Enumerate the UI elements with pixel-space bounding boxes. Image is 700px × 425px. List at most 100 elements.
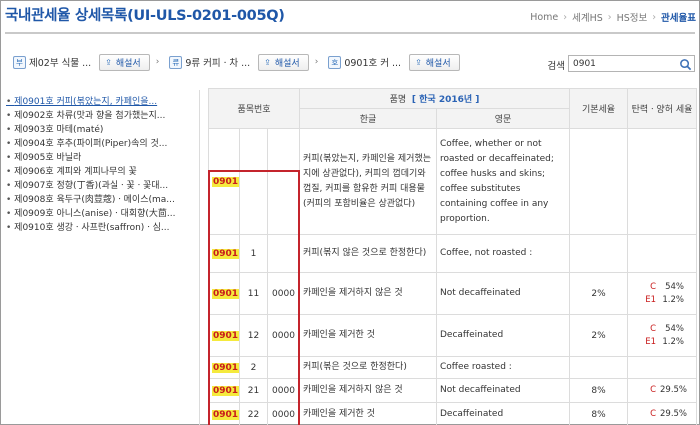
english-name-cell: Not decaffeinated [436, 272, 570, 315]
korean-name-cell: 커피(볶은 것으로 한정한다) [299, 356, 437, 379]
elastic-rates: C 54% E1 1.2% [631, 281, 693, 307]
col-item-number: 품목번호 [208, 88, 300, 129]
hs-code-cell: 0901 [208, 234, 240, 273]
search-box [568, 55, 695, 72]
table-row[interactable]: 0901 12 0000 카페인을 제거한 것 Decaffeinated 2% C 54% E… [208, 314, 697, 357]
korean-name-cell: 카페인을 제거한 것 [299, 402, 437, 425]
hs-code: 0901 [212, 385, 240, 396]
chapter-select[interactable]: 9류 커피ㆍ차 ... [185, 55, 250, 69]
table-row[interactable]: 0901 22 0000 카페인을 제거한 것 Decaffeinated 8% C 29.5… [208, 402, 697, 425]
elastic-rates: C 29.5% [631, 408, 693, 421]
sub-code-cell: 12 [239, 314, 268, 357]
hs-code: 0901 [212, 409, 240, 420]
breadcrumb-separator: › [652, 11, 657, 23]
section-explain-button[interactable]: ⇪ 해설서 [99, 53, 150, 71]
english-name-cell: Not decaffeinated [436, 378, 570, 403]
rate-value: 1.2% [662, 294, 684, 305]
page-title: 국내관세율 상세목록(UI-ULS-0201-005Q) [5, 8, 285, 24]
upload-icon: ⇪ [105, 57, 112, 67]
korean-name-cell: 커피(볶지 않은 것으로 한정한다) [299, 234, 437, 273]
stat-code-cell [267, 128, 300, 235]
english-name-cell: Coffee roasted : [436, 356, 570, 379]
rate-value: 54% [665, 281, 684, 292]
hs-code: 0901 [212, 176, 240, 187]
breadcrumb-separator: › [607, 11, 612, 23]
chevron-right-icon: › [314, 57, 319, 67]
stat-code-cell [267, 234, 300, 273]
rate-type: E1 [645, 294, 656, 305]
sub-code-cell: 22 [239, 402, 268, 425]
elastic-rate-cell [627, 234, 697, 273]
table-row[interactable]: 0901 11 0000 카페인을 제거하지 않은 것 Not decaffeinate… [208, 272, 697, 315]
rate-value: 1.2% [662, 336, 684, 347]
hs-code-cell: 0901 [208, 128, 240, 235]
stat-code-cell: 0000 [267, 272, 300, 315]
elastic-rate-cell: C 29.5% [627, 402, 697, 425]
hs-code: 0901 [212, 330, 240, 341]
elastic-rate-cell: C 29.5% [627, 378, 697, 403]
rate-type: C [650, 323, 656, 334]
chapter-explain-button[interactable]: ⇪ 해설서 [258, 53, 309, 71]
english-name-cell: Coffee, not roasted : [436, 234, 570, 273]
english-name-cell: Coffee, whether or not roasted or decaff… [436, 128, 570, 235]
search-input[interactable] [569, 56, 669, 71]
rate-type: E1 [645, 336, 656, 347]
heading-explain-button[interactable]: ⇪ 해설서 [409, 53, 460, 71]
table-row[interactable]: 0901 1 커피(볶지 않은 것으로 한정한다) Coffee, not roast… [208, 234, 697, 273]
chevron-right-icon: › [155, 57, 160, 67]
hs-code: 0901 [212, 248, 240, 259]
breadcrumb-home[interactable]: Home [530, 12, 558, 23]
hs-code: 0901 [212, 288, 240, 299]
elastic-rate-cell: C 54% E1 1.2% [627, 272, 697, 315]
table-row[interactable]: 0901 커피(볶았는지, 카페인을 제거했는지에 상관없다), 커피의 껍데기와… [208, 128, 697, 235]
heading-item-0906[interactable]: 제0906호 계피와 계피나무의 꽃 [6, 165, 196, 179]
base-rate-cell: 2% [569, 272, 628, 315]
heading-item-0905[interactable]: 제0905호 바닐라 [6, 151, 196, 165]
table-row[interactable]: 0901 2 커피(볶은 것으로 한정한다) Coffee roasted : [208, 356, 697, 379]
col-base-rate: 기본세율 [569, 88, 628, 129]
sub-code-cell: 2 [239, 356, 268, 379]
rate-type: C [650, 385, 656, 395]
heading-item-0902[interactable]: 제0902호 차류(맛과 향을 첨가했는지... [6, 109, 196, 123]
hs-code-cell: 0901 [208, 314, 240, 357]
heading-item-0907[interactable]: 제0907호 정향(丁香)(과실ㆍ꽃ㆍ꽃대... [6, 179, 196, 193]
breadcrumb-separator: › [563, 11, 568, 23]
table-row[interactable]: 0901 21 0000 카페인을 제거하지 않은 것 Not decaffeinate… [208, 378, 697, 403]
section-select[interactable]: 제02부 식물 ... [29, 55, 91, 69]
rate-type: C [650, 409, 656, 419]
base-rate-cell [569, 128, 628, 235]
stat-code-cell: 0000 [267, 378, 300, 403]
heading-item-0904[interactable]: 제0904호 후추(파이퍼(Piper)속의 것... [6, 137, 196, 151]
explain-label: 해설서 [425, 58, 451, 69]
hs-code-cell: 0901 [208, 356, 240, 379]
heading-select[interactable]: 0901호 커 ... [344, 55, 401, 69]
col-item-name-label: 품명 [389, 95, 407, 105]
elastic-rates: C 54% E1 1.2% [631, 323, 693, 349]
heading-item-0909[interactable]: 제0909호 아니스(anise)ㆍ대회향(大茴... [6, 207, 196, 221]
korean-name-cell: 커피(볶았는지, 카페인을 제거했는지에 상관없다), 커피의 껍데기와 껍질,… [299, 128, 437, 235]
sub-code-cell: 21 [239, 378, 268, 403]
rate-type: C [650, 281, 656, 292]
breadcrumb-world-hs[interactable]: 세계HS [572, 10, 603, 24]
elastic-rate-cell [627, 356, 697, 379]
elastic-rate-cell [627, 128, 697, 235]
explain-label: 해설서 [274, 58, 300, 69]
panel-divider [199, 90, 200, 425]
section-tag: 부 [13, 55, 26, 69]
elastic-rate-cell: C 54% E1 1.2% [627, 314, 697, 357]
breadcrumb-hs-info[interactable]: HS정보 [617, 10, 648, 24]
stat-code-cell: 0000 [267, 402, 300, 425]
upload-icon: ⇪ [264, 57, 271, 67]
search-icon[interactable] [679, 58, 692, 71]
col-elastic-rate: 탄력ㆍ양허 세율 [627, 88, 697, 129]
heading-item-0901[interactable]: 제0901호 커피(볶았는지, 카페인을... [6, 95, 196, 109]
hs-code-cell: 0901 [208, 378, 240, 403]
explain-label: 해설서 [115, 58, 141, 69]
heading-item-0910[interactable]: 제0910호 생강ㆍ사프란(saffron)ㆍ심... [6, 221, 196, 235]
hs-code: 0901 [212, 362, 240, 373]
heading-item-0903[interactable]: 제0903호 마테(maté) [6, 123, 196, 137]
heading-item-0908[interactable]: 제0908호 육두구(肉荳蔲)ㆍ메이스(ma... [6, 193, 196, 207]
korean-name-cell: 카페인을 제거하지 않은 것 [299, 378, 437, 403]
search-label: 검색 [547, 61, 565, 72]
breadcrumb-current: 관세율표 [661, 13, 696, 24]
